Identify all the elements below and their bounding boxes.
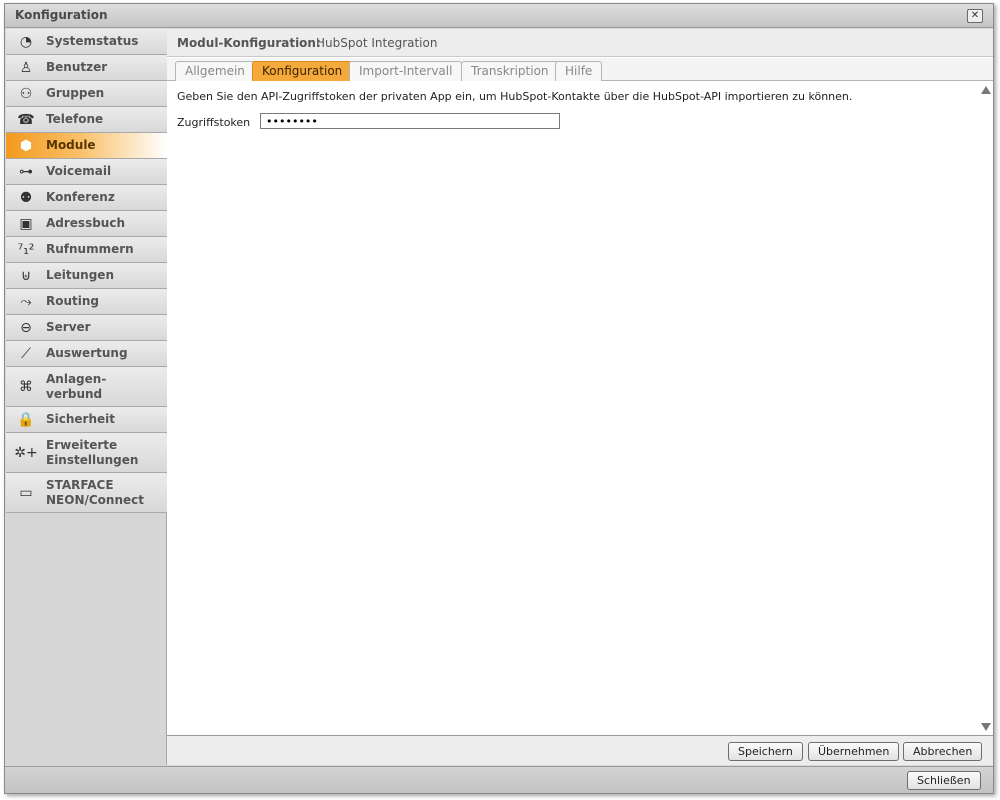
tab-import-intervall[interactable]: Import-Intervall <box>349 61 463 81</box>
sidebar-item-label: Rufnummern <box>46 242 134 256</box>
tab-konfiguration[interactable]: Konfiguration <box>252 61 353 81</box>
window-titlebar: Konfiguration ✕ <box>5 4 993 28</box>
sidebar-item-label: Adressbuch <box>46 216 126 230</box>
starface-icon: ▭ <box>19 484 33 501</box>
benutzer-icon: ♙ <box>19 59 33 76</box>
window-bottom-bar: Schließen <box>5 766 993 793</box>
auswertung-icon: ⟋ <box>21 345 31 362</box>
tab-bar: Allgemein Konfiguration Import-Intervall… <box>167 58 993 81</box>
server-icon: ⊖ <box>20 319 32 336</box>
sidebar-item-telefone[interactable]: ☎ Telefone <box>6 107 167 133</box>
sidebar-item-leitungen[interactable]: ⊎ Leitungen <box>6 263 167 289</box>
adressbuch-icon: ▣ <box>19 215 33 232</box>
apply-button[interactable]: Übernehmen <box>808 742 900 761</box>
sidebar-item-anlagenverbund[interactable]: ⌘ Anlagen- verbund <box>6 367 167 407</box>
sidebar-item-systemstatus[interactable]: ◔ Systemstatus <box>6 29 167 55</box>
anlagenverbund-icon: ⌘ <box>19 378 33 395</box>
sidebar-item-label: Systemstatus <box>46 34 139 48</box>
sidebar-item-routing[interactable]: ⤳ Routing <box>6 289 167 315</box>
tab-transkription[interactable]: Transkription <box>461 61 559 81</box>
sidebar-item-module[interactable]: ⬢ Module <box>6 133 167 159</box>
sidebar-item-auswertung[interactable]: ⟋ Auswertung <box>6 341 167 367</box>
save-button[interactable]: Speichern <box>728 742 803 761</box>
sicherheit-icon: 🔒 <box>17 411 35 428</box>
sidebar-item-label: Server <box>46 320 91 334</box>
sidebar-item-label: Gruppen <box>46 86 105 100</box>
konferenz-icon: ⚉ <box>19 189 33 206</box>
gruppen-icon: ⚇ <box>19 85 33 102</box>
module-config-label: Modul-Konfiguration: <box>177 36 321 50</box>
close-icon[interactable]: ✕ <box>967 9 983 23</box>
sidebar-item-label: Anlagen- verbund <box>46 371 107 401</box>
sidebar-item-label: Konferenz <box>46 190 115 204</box>
telefone-icon: ☎ <box>17 111 35 128</box>
configuration-window: Konfiguration ✕ ◔ Systemstatus ♙ Benutzer ⚇ G… <box>4 3 994 794</box>
sidebar-item-benutzer[interactable]: ♙ Benutzer <box>6 55 167 81</box>
sidebar-item-label: Voicemail <box>46 164 112 178</box>
sidebar-item-label: Routing <box>46 294 100 308</box>
cancel-button[interactable]: Abbrechen <box>903 742 983 761</box>
main-content: Modul-Konfiguration: HubSpot Integration… <box>167 29 993 765</box>
token-description: Geben Sie den API-Zugriffstoken der priv… <box>177 90 853 103</box>
module-config-name: HubSpot Integration <box>316 36 438 50</box>
sidebar-item-voicemail[interactable]: ⊶ Voicemail <box>6 159 167 185</box>
sidebar-item-label: Sicherheit <box>46 412 115 426</box>
sidebar-item-sicherheit[interactable]: 🔒 Sicherheit <box>6 407 167 433</box>
erweiterte-icon: ✲+ <box>14 444 38 461</box>
module-icon: ⬢ <box>19 137 33 154</box>
scroll-up-arrow-icon[interactable] <box>981 86 991 94</box>
voicemail-icon: ⊶ <box>19 163 33 180</box>
content-footer: Speichern Übernehmen Abbrechen <box>167 735 993 765</box>
rufnummern-icon: ⁷₁² <box>17 241 35 258</box>
sidebar-item-label: Telefone <box>46 112 104 126</box>
content-header: Modul-Konfiguration: HubSpot Integration <box>167 29 993 57</box>
sidebar-item-gruppen[interactable]: ⚇ Gruppen <box>6 81 167 107</box>
sidebar-item-label: STARFACE NEON/Connect <box>46 477 144 507</box>
token-label: Zugriffstoken <box>177 116 251 129</box>
sidebar-item-label: Auswertung <box>46 346 128 360</box>
tab-hilfe[interactable]: Hilfe <box>555 61 603 81</box>
leitungen-icon: ⊎ <box>20 267 32 284</box>
sidebar-nav: ◔ Systemstatus ♙ Benutzer ⚇ Gruppen ☎ Telefone ⬢… <box>6 29 167 765</box>
tab-allgemein[interactable]: Allgemein <box>175 61 255 81</box>
sidebar-item-erweiterte[interactable]: ✲+ Erweiterte Einstellungen <box>6 433 167 473</box>
sidebar-item-server[interactable]: ⊖ Server <box>6 315 167 341</box>
close-window-button[interactable]: Schließen <box>907 771 981 790</box>
token-input[interactable] <box>260 113 560 129</box>
window-title: Konfiguration <box>15 8 108 22</box>
sidebar-item-label: Benutzer <box>46 60 108 74</box>
sidebar-item-label: Erweiterte Einstellungen <box>46 437 139 467</box>
sidebar-item-starface[interactable]: ▭ STARFACE NEON/Connect <box>6 473 167 513</box>
scroll-down-arrow-icon[interactable] <box>981 723 991 731</box>
sidebar-item-label: Module <box>46 138 96 152</box>
sidebar-item-adressbuch[interactable]: ▣ Adressbuch <box>6 211 167 237</box>
sidebar-item-konferenz[interactable]: ⚉ Konferenz <box>6 185 167 211</box>
sidebar-item-label: Leitungen <box>46 268 114 282</box>
sidebar-item-rufnummern[interactable]: ⁷₁² Rufnummern <box>6 237 167 263</box>
routing-icon: ⤳ <box>20 293 32 310</box>
systemstatus-icon: ◔ <box>19 33 33 50</box>
